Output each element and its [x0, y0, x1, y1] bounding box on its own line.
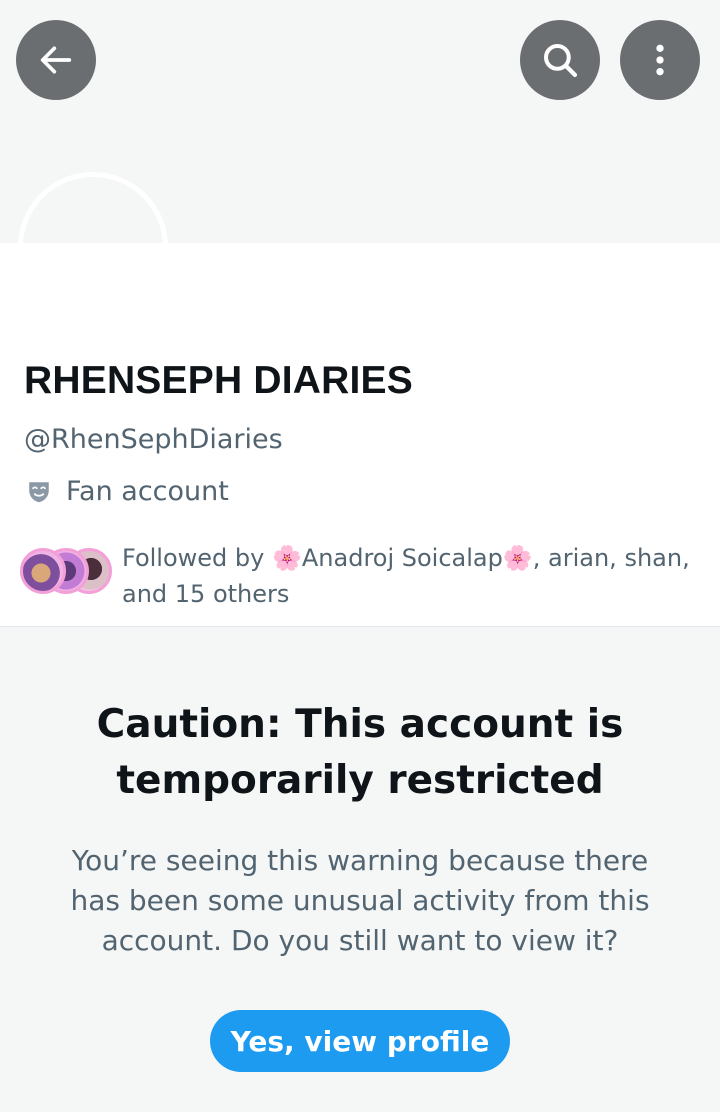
search-button[interactable]	[520, 20, 600, 100]
view-profile-button[interactable]: Yes, view profile	[210, 1010, 510, 1072]
search-icon	[543, 43, 578, 78]
back-button[interactable]	[16, 20, 96, 100]
warning-message: You’re seeing this warning because there…	[70, 844, 650, 957]
more-options-button[interactable]	[620, 20, 700, 100]
cherry-blossom-icon: 🌸	[271, 544, 302, 572]
followed-by-text: Followed by 🌸Anadroj Soicalap🌸, arian, s…	[122, 540, 712, 612]
followed-by-others: and 15 others	[122, 580, 290, 608]
profile-header-background	[0, 243, 720, 333]
user-handle: @RhenSephDiaries	[24, 424, 283, 455]
cherry-blossom-icon: 🌸	[502, 544, 533, 572]
followed-by-prefix: Followed by	[122, 544, 272, 572]
follower-avatar	[20, 548, 66, 594]
followed-by-row[interactable]: Followed by 🌸Anadroj Soicalap🌸, arian, s…	[20, 540, 710, 610]
follower-avatars	[20, 548, 115, 600]
warning-title: Caution: This account is temporarily res…	[96, 702, 624, 803]
restriction-warning: Caution: This account is temporarily res…	[0, 627, 720, 1112]
profile-category: Fan account	[24, 475, 704, 509]
arrow-left-icon	[40, 46, 72, 74]
theater-mask-icon	[29, 482, 49, 503]
display-name: RHENSEPH DIARIES	[24, 359, 413, 402]
category-label: Fan account	[66, 476, 229, 507]
more-vertical-icon	[656, 44, 664, 76]
profile-info: RHENSEPH DIARIES @RhenSephDiaries Fan ac…	[24, 355, 704, 509]
follower-name: Anadroj Soicalap	[301, 544, 503, 572]
follower-names-rest: , arian, shan,	[532, 544, 690, 572]
